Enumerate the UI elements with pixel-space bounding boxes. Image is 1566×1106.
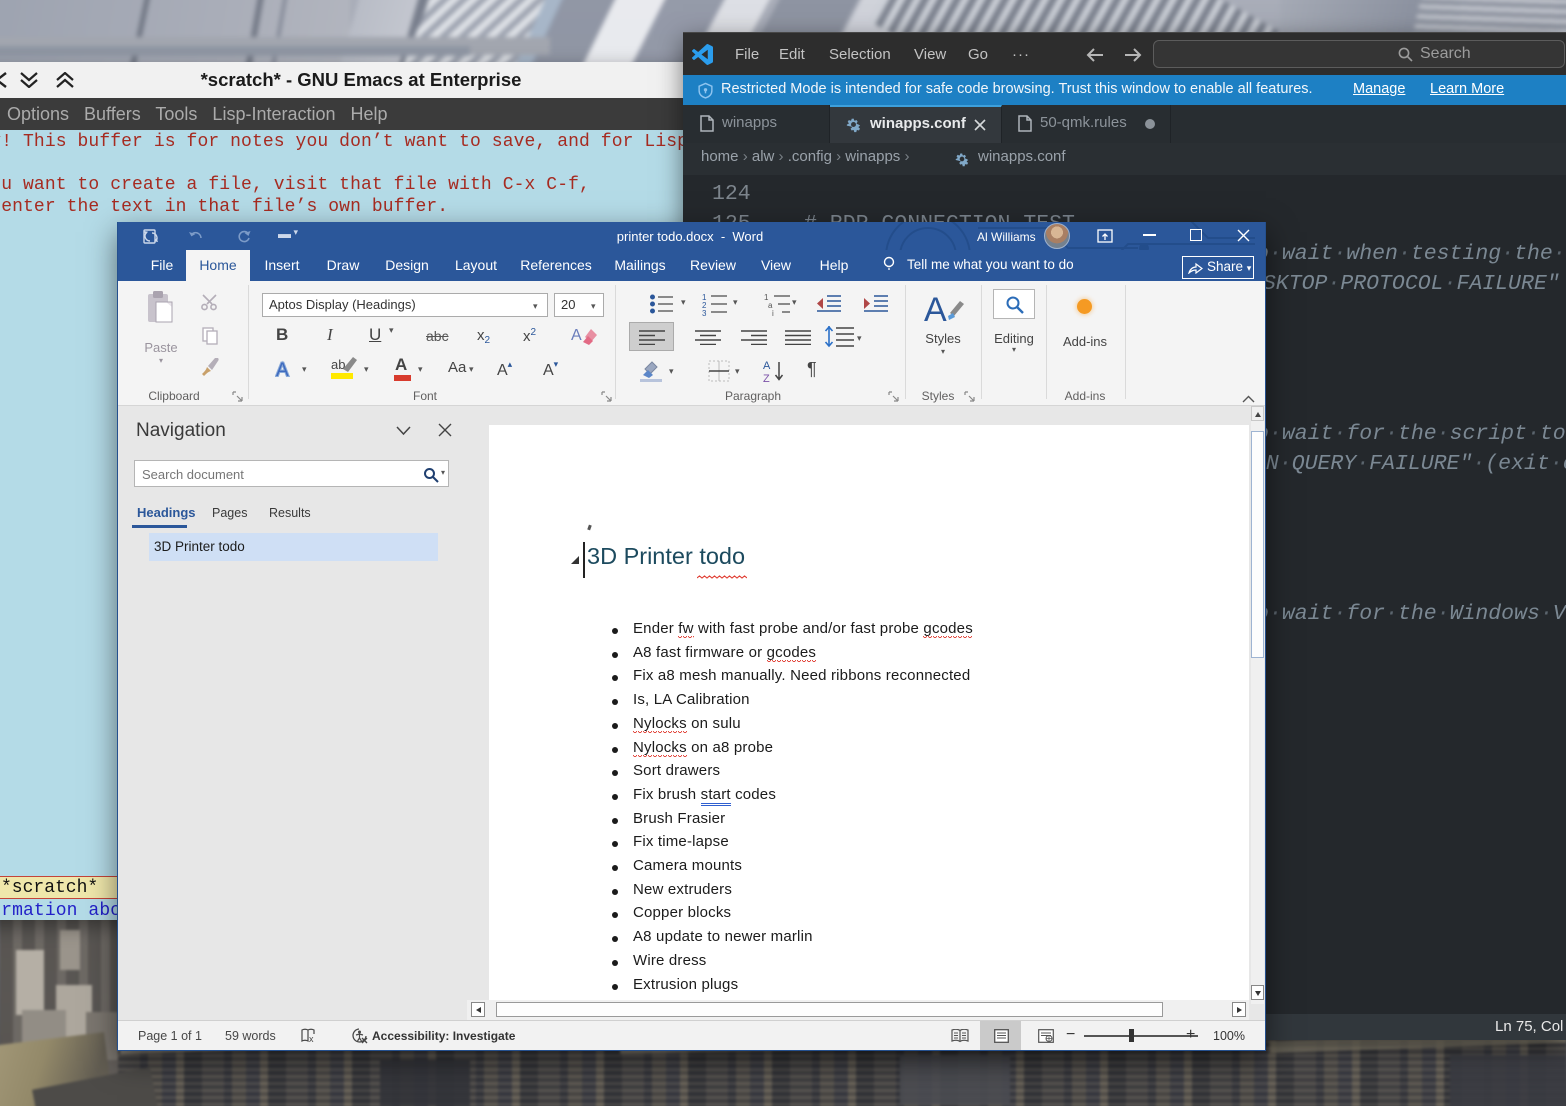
svg-text:i: i — [772, 309, 774, 316]
svg-text:A: A — [276, 360, 289, 381]
svg-text:A: A — [571, 327, 582, 344]
svg-text:Z: Z — [763, 373, 770, 383]
svg-text:A: A — [763, 360, 771, 372]
svg-text:A: A — [924, 291, 947, 327]
svg-text:x: x — [309, 1034, 314, 1044]
svg-text:3: 3 — [702, 309, 707, 316]
svg-text:ab: ab — [331, 357, 345, 372]
